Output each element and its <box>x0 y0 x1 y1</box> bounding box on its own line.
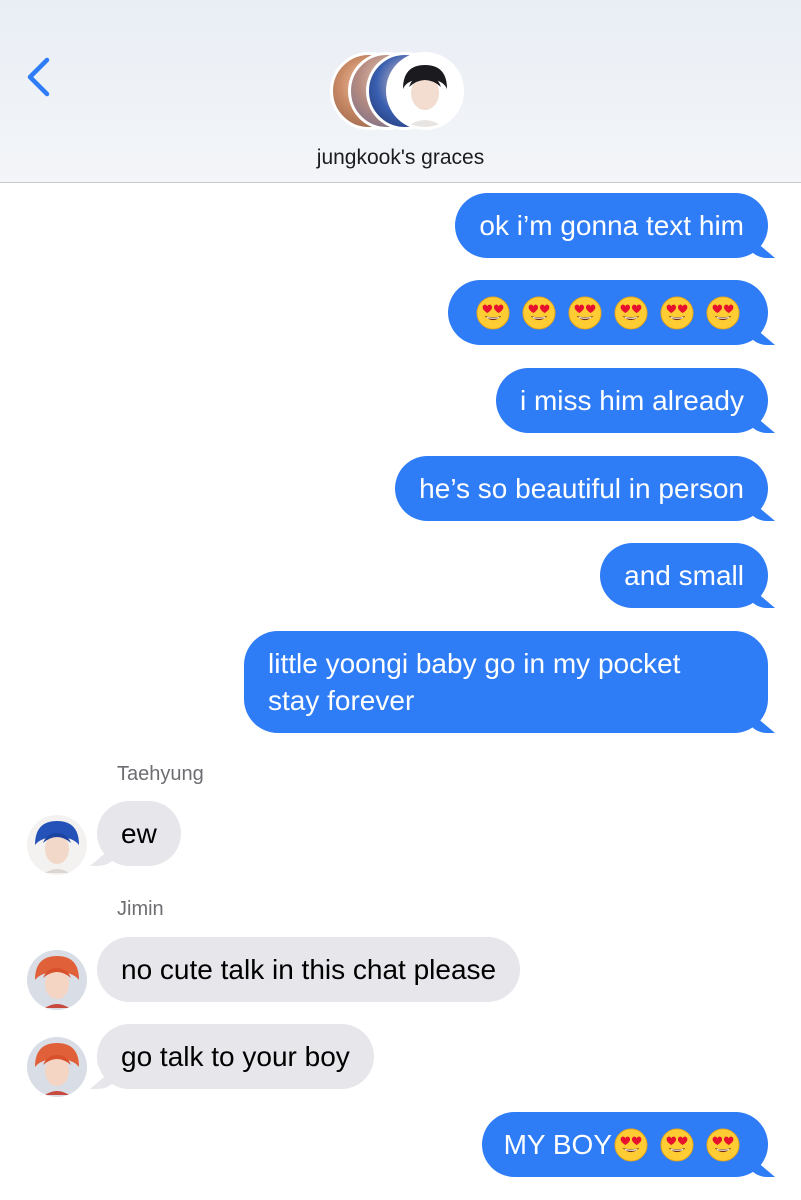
message-text: he’s so beautiful in person <box>419 473 744 504</box>
outgoing-message[interactable]: he’s so beautiful in person <box>395 456 768 521</box>
incoming-message[interactable]: go talk to your boy <box>97 1024 374 1089</box>
heart-eyes-emoji-icon <box>522 296 556 330</box>
chat-header: jungkook's graces <box>0 0 801 183</box>
group-avatar-stack[interactable] <box>330 52 470 132</box>
chevron-left-icon[interactable] <box>20 52 60 102</box>
sender-avatar[interactable] <box>27 1037 87 1097</box>
avatar-photo <box>27 950 87 1010</box>
message-text: no cute talk in this chat please <box>121 954 497 985</box>
sender-name: Taehyung <box>117 763 204 785</box>
member-avatar <box>386 52 464 130</box>
outgoing-message[interactable]: little yoongi baby go in my pocket stay … <box>244 631 768 733</box>
message-text: and small <box>624 560 744 591</box>
message-text: ok i’m gonna text him <box>479 210 744 241</box>
outgoing-message[interactable]: MY BOY <box>481 1112 768 1177</box>
emoji-row <box>470 294 746 331</box>
heart-eyes-emoji-icon <box>476 296 510 330</box>
heart-eyes-emoji-icon <box>660 296 694 330</box>
message-text: ew <box>121 818 157 849</box>
sender-name: Jimin <box>117 898 164 920</box>
heart-eyes-emoji-icon <box>706 1128 740 1162</box>
avatar-photo <box>389 55 461 127</box>
back-button[interactable] <box>20 52 60 102</box>
sender-avatar[interactable] <box>27 950 87 1010</box>
heart-eyes-emoji-icon <box>614 296 648 330</box>
message-content: MY BOY <box>504 1126 746 1163</box>
outgoing-message[interactable]: ok i’m gonna text him <box>455 193 768 258</box>
outgoing-message[interactable]: and small <box>600 543 768 608</box>
avatar-photo <box>27 815 87 875</box>
heart-eyes-emoji-icon <box>706 296 740 330</box>
avatar-photo <box>27 1037 87 1097</box>
message-text-line: little yoongi baby go in my pocket <box>268 648 681 679</box>
message-text: go talk to your boy <box>121 1041 350 1072</box>
incoming-message[interactable]: ew <box>97 801 181 866</box>
message-text: MY BOY <box>503 1129 612 1160</box>
incoming-message[interactable]: no cute talk in this chat please <box>97 937 521 1002</box>
message-text: i miss him already <box>519 385 744 416</box>
heart-eyes-emoji-icon <box>660 1128 694 1162</box>
heart-eyes-emoji-icon <box>614 1128 648 1162</box>
message-text-line: stay forever <box>268 685 415 716</box>
heart-eyes-emoji-icon <box>568 296 602 330</box>
outgoing-message[interactable] <box>448 280 768 345</box>
sender-avatar[interactable] <box>27 815 87 875</box>
outgoing-message[interactable]: i miss him already <box>495 368 768 433</box>
group-name[interactable]: jungkook's graces <box>0 146 801 170</box>
